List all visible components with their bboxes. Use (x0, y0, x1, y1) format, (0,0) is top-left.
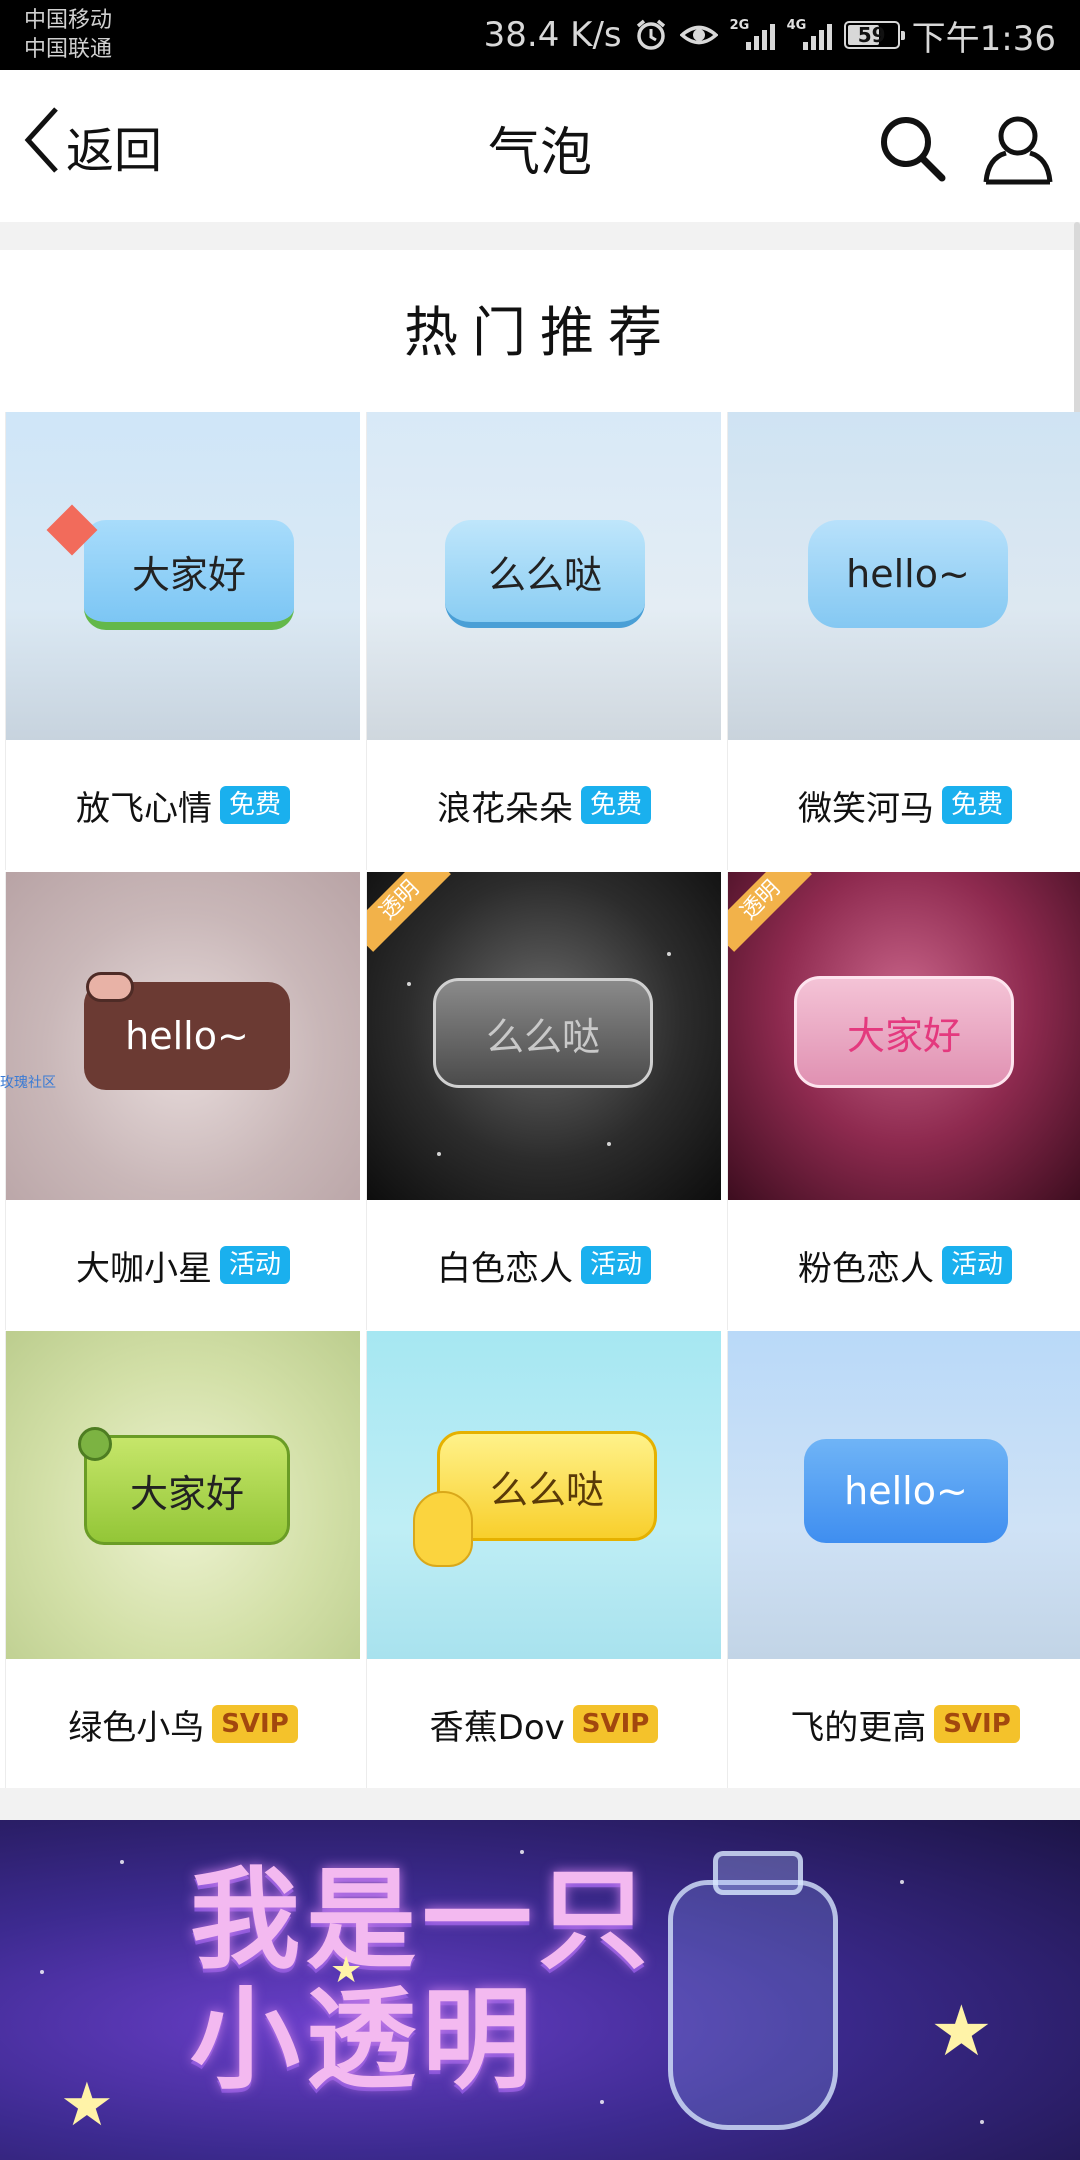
bubble-preview: 大家好 透明 (728, 872, 1080, 1200)
bubble-card[interactable]: 么么哒 透明 白色恋人 活动 (366, 872, 721, 1330)
battery-icon: 59 (843, 21, 905, 49)
bubble-card[interactable]: hello~ 微笑河马 免费 (727, 412, 1080, 870)
transparent-tag: 透明 (728, 872, 812, 952)
carrier-info: 中国移动 中国联通 (24, 6, 112, 64)
clock: 下午1:36 (911, 18, 1056, 59)
bubble-card[interactable]: hello~ 飞的更高 SVIP (727, 1331, 1080, 1789)
svip-badge: SVIP (212, 1705, 298, 1743)
alarm-icon (634, 18, 668, 52)
profile-button[interactable] (980, 110, 1056, 186)
bubble-card[interactable]: 大家好 绿色小鸟 SVIP (5, 1331, 360, 1789)
eye-comfort-icon (679, 20, 718, 50)
network-speed: 38.4 K/s (483, 15, 622, 55)
bird-icon (78, 1427, 112, 1461)
bubble-preview: 大家好 (6, 412, 360, 740)
bubble-name: 香蕉Dov (429, 1707, 565, 1748)
bubble-card[interactable]: 大家好 透明 粉色恋人 活动 (727, 872, 1080, 1330)
signal-2g-icon: 2G (729, 18, 775, 50)
free-badge: 免费 (580, 786, 651, 824)
bubble-name: 微笑河马 (797, 788, 934, 829)
jar-icon (668, 1851, 838, 2130)
side-watermark: 玫瑰社区 (0, 1075, 56, 1091)
section-divider (0, 1788, 1080, 1820)
bubble-sample: 大家好 (84, 520, 294, 630)
bubble-name: 浪花朵朵 (436, 788, 573, 829)
event-badge: 活动 (219, 1246, 290, 1284)
status-bar: 中国移动 中国联通 38.4 K/s 2G 4G 59 下午1:36 (0, 0, 1080, 70)
bubble-name: 粉色恋人 (797, 1248, 934, 1289)
bubble-name: 放飞心情 (75, 788, 212, 829)
signal-4g-icon: 4G (786, 18, 832, 50)
section-title: 热门推荐 (404, 301, 676, 364)
bubble-name: 白色恋人 (436, 1248, 573, 1289)
transparent-tag: 透明 (367, 872, 451, 952)
user-icon (983, 116, 1053, 185)
bear-icon (413, 1491, 473, 1567)
bubble-name: 大咖小星 (75, 1248, 212, 1289)
bubble-sample: hello~ (808, 520, 1008, 628)
carrier-1: 中国移动 (24, 8, 113, 33)
face-icon (86, 972, 134, 1002)
bubble-card[interactable]: 么么哒 浪花朵朵 免费 (366, 412, 721, 870)
bubble-preview: 么么哒 透明 (367, 872, 721, 1200)
bubble-card[interactable]: hello~ 大咖小星 活动 (5, 872, 360, 1330)
banner-text: 我是一只小透明 (190, 1856, 654, 2104)
bubble-sample: hello~ (804, 1439, 1008, 1543)
star-icon: ★ (930, 1990, 993, 2072)
bubble-name: 飞的更高 (790, 1707, 927, 1748)
bubble-sample: 么么哒 (433, 978, 653, 1088)
promo-banner[interactable]: 我是一只小透明 ★ ★ ★ (0, 1820, 1080, 2160)
star-icon: ★ (330, 1950, 363, 1991)
signal-2-type: 4G (786, 18, 807, 33)
search-button[interactable] (874, 110, 950, 186)
bubble-sample: 大家好 (84, 1435, 290, 1545)
event-badge: 活动 (941, 1246, 1012, 1284)
bubble-sample: 么么哒 (445, 520, 645, 628)
bubble-preview: 大家好 (6, 1331, 360, 1659)
svip-badge: SVIP (934, 1705, 1020, 1743)
bubble-sample: 大家好 (794, 976, 1014, 1088)
signal-1-type: 2G (729, 18, 750, 33)
bubble-preview: hello~ (6, 872, 360, 1200)
star-icon: ★ (60, 2070, 114, 2140)
bubble-preview: hello~ (728, 1331, 1080, 1659)
battery-level: 59 (857, 23, 886, 47)
svip-badge: SVIP (572, 1705, 659, 1743)
bubble-card[interactable]: 么么哒 香蕉Dov SVIP (366, 1331, 721, 1789)
carrier-2: 中国联通 (24, 37, 113, 62)
section-divider (0, 222, 1080, 250)
bubble-card[interactable]: 大家好 放飞心情 免费 (5, 412, 360, 870)
bubble-preview: hello~ (728, 412, 1080, 740)
search-icon (881, 117, 946, 182)
bubble-name: 绿色小鸟 (68, 1707, 205, 1748)
free-badge: 免费 (941, 786, 1012, 824)
nav-bar: 返回 气泡 (0, 70, 1080, 222)
bubble-preview: 么么哒 (367, 412, 721, 740)
event-badge: 活动 (580, 1246, 651, 1284)
bubble-preview: 么么哒 (367, 1331, 721, 1659)
free-badge: 免费 (219, 786, 290, 824)
